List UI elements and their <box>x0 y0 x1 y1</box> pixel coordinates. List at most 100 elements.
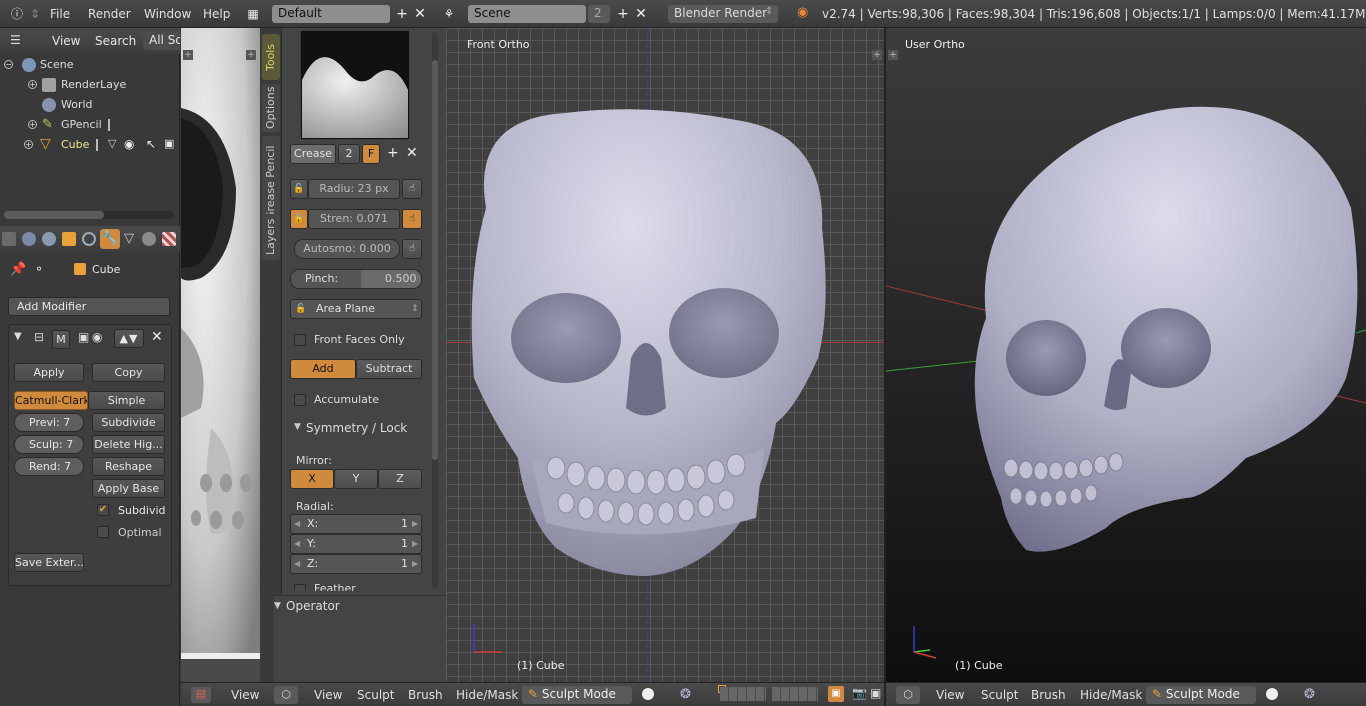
increment-icon[interactable]: ▶ <box>412 515 418 533</box>
scrollbar-thumb[interactable] <box>4 211 104 219</box>
scene-icon[interactable]: ⚘ <box>440 5 458 23</box>
texture-tab-icon[interactable] <box>162 232 176 246</box>
outliner-item-gpencil[interactable]: + ✎ GPencil <box>0 115 180 135</box>
radial-z-field[interactable]: ◀ Z: 1 ▶ <box>290 554 422 574</box>
add-direction-button[interactable]: Add <box>290 359 356 379</box>
data-tab-icon[interactable]: ▽ <box>124 231 134 246</box>
constraints-tab-icon[interactable] <box>82 232 96 246</box>
add-scene-icon[interactable]: + <box>614 5 632 23</box>
eye-icon[interactable]: ◉ <box>124 137 134 151</box>
decrement-icon[interactable]: ◀ <box>294 535 300 553</box>
scrollbar-thumb[interactable] <box>432 60 438 460</box>
lock-layers-icon[interactable]: ▣ <box>828 686 844 702</box>
collapse-icon[interactable]: − <box>4 60 13 69</box>
render-visibility-icon[interactable]: ▣ <box>78 330 89 344</box>
render-levels-field[interactable]: Rend: 7 <box>14 457 84 476</box>
viewport-user-ortho[interactable]: User Ortho (1) Cube + <box>886 28 1366 682</box>
catmull-clark-button[interactable]: Catmull-Clark <box>14 391 88 410</box>
tab-options[interactable]: Options <box>262 84 280 132</box>
viewport-front-ortho[interactable]: Front Ortho (1) Cube + <box>446 28 884 682</box>
collapse-triangle-icon[interactable]: ▼ <box>14 331 22 342</box>
expand-icon[interactable]: + <box>28 120 37 129</box>
radius-lock-icon[interactable]: 🔓 <box>290 179 308 199</box>
menu-window[interactable]: Window <box>144 7 191 21</box>
subdivide-button[interactable]: Subdivide <box>92 413 165 432</box>
operator-header[interactable]: Operator <box>286 599 340 613</box>
editor-type-icon[interactable]: ⬡ <box>274 686 298 704</box>
outliner-item-renderlayers[interactable]: + RenderLaye <box>0 75 180 95</box>
strength-field[interactable]: Stren: 0.071 <box>308 209 400 229</box>
area-split-icon[interactable]: + <box>872 50 882 60</box>
render-tab-icon[interactable] <box>2 232 16 246</box>
mirror-x-button[interactable]: X <box>290 469 334 489</box>
subdivide-uvs-checkbox[interactable]: ✔ <box>97 504 109 516</box>
strength-pressure-icon[interactable]: ☝ <box>402 209 422 229</box>
decrement-icon[interactable]: ◀ <box>294 515 300 533</box>
sculpt-menu[interactable]: Sculpt <box>357 688 394 702</box>
brush-name-field[interactable]: Crease <box>290 144 336 164</box>
world-tab-icon[interactable] <box>42 232 56 246</box>
expand-icon[interactable]: + <box>24 140 33 149</box>
fake-user-button[interactable]: F <box>362 144 380 164</box>
save-external-button[interactable]: Save Exter... <box>14 553 84 572</box>
copy-button[interactable]: Copy <box>92 363 165 382</box>
apply-base-button[interactable]: Apply Base <box>92 479 165 498</box>
mode-select[interactable]: ✎ Sculpt Mode <box>522 686 632 704</box>
outliner-item-cube[interactable]: + ▽ Cube ▽ ◉ ↖ ▣ <box>0 135 180 155</box>
symmetry-lock-header[interactable]: Symmetry / Lock <box>306 421 407 435</box>
front-faces-checkbox[interactable] <box>294 334 306 346</box>
cursor-icon[interactable]: ↖ <box>146 137 156 151</box>
editor-type-icon[interactable]: ▤ <box>191 687 211 703</box>
pinch-slider[interactable]: Pinch: 0.500 <box>290 269 422 289</box>
brush-preview-image[interactable] <box>300 30 410 140</box>
editor-type-icon[interactable]: ⬡ <box>896 686 920 704</box>
outliner-scrollbar[interactable] <box>4 211 174 219</box>
radial-x-field[interactable]: ◀ X: 1 ▶ <box>290 514 422 534</box>
menu-help[interactable]: Help <box>203 7 230 21</box>
autosmooth-pressure-icon[interactable]: ☝ <box>402 239 422 259</box>
mode-select[interactable]: ✎ Sculpt Mode <box>1146 686 1256 704</box>
shading-solid-icon[interactable] <box>1266 688 1278 700</box>
increment-icon[interactable]: ▶ <box>412 555 418 573</box>
pin-icon[interactable]: 📌 <box>10 262 26 277</box>
editor-type-chevron-icon[interactable]: ⇕ <box>30 7 40 21</box>
tool-shelf-scrollbar[interactable] <box>432 32 438 588</box>
subtract-direction-button[interactable]: Subtract <box>356 359 422 379</box>
hide-mask-menu[interactable]: Hide/Mask <box>456 688 518 702</box>
delete-layout-icon[interactable]: ✕ <box>411 5 429 23</box>
menu-render[interactable]: Render <box>88 7 131 21</box>
info-editor-icon[interactable]: ⓘ <box>8 5 26 23</box>
add-modifier-select[interactable]: Add Modifier <box>8 297 170 316</box>
render-engine-select[interactable]: Blender Render <box>668 5 778 23</box>
pivot-icon[interactable]: ❂ <box>1304 687 1315 702</box>
strength-lock-icon[interactable]: 🔒 <box>290 209 308 229</box>
move-up-down-buttons[interactable]: ▲▼ <box>114 329 144 348</box>
view-menu[interactable]: View <box>936 688 964 702</box>
opengl-render-icon[interactable]: ▣ <box>870 686 881 700</box>
accumulate-checkbox[interactable] <box>294 394 306 406</box>
area-split-icon[interactable]: + <box>246 50 256 60</box>
modifiers-tab-icon[interactable]: 🔧 <box>100 229 120 249</box>
outliner-item-world[interactable]: World <box>0 95 180 115</box>
sculpt-plane-select[interactable]: 🔓 Area Plane ⇕ <box>290 299 422 319</box>
render-preview-icon[interactable]: 📷 <box>852 686 867 700</box>
layer-buttons[interactable] <box>772 687 818 701</box>
scene-tab-icon[interactable] <box>22 232 36 246</box>
sculpt-levels-field[interactable]: Sculp: 7 <box>14 435 84 454</box>
camera-icon[interactable]: ▣ <box>164 137 174 150</box>
optimal-checkbox[interactable] <box>97 526 109 538</box>
expand-icon[interactable]: + <box>28 80 37 89</box>
decrement-icon[interactable]: ◀ <box>294 555 300 573</box>
radius-field[interactable]: Radiu: 23 px <box>308 179 400 199</box>
material-tab-icon[interactable] <box>142 232 156 246</box>
viewport-visibility-icon[interactable]: ◉ <box>92 330 102 344</box>
scene-field[interactable]: Scene <box>468 5 586 23</box>
area-split-icon[interactable]: + <box>183 50 193 60</box>
radial-y-field[interactable]: ◀ Y: 1 ▶ <box>290 534 422 554</box>
screen-layout-icon[interactable]: ▦ <box>244 5 262 23</box>
pivot-icon[interactable]: ❂ <box>680 687 691 702</box>
autosmooth-field[interactable]: Autosmo: 0.000 <box>294 239 400 259</box>
delete-scene-icon[interactable]: ✕ <box>632 5 650 23</box>
reshape-button[interactable]: Reshape <box>92 457 165 476</box>
view-menu[interactable]: View <box>314 688 342 702</box>
